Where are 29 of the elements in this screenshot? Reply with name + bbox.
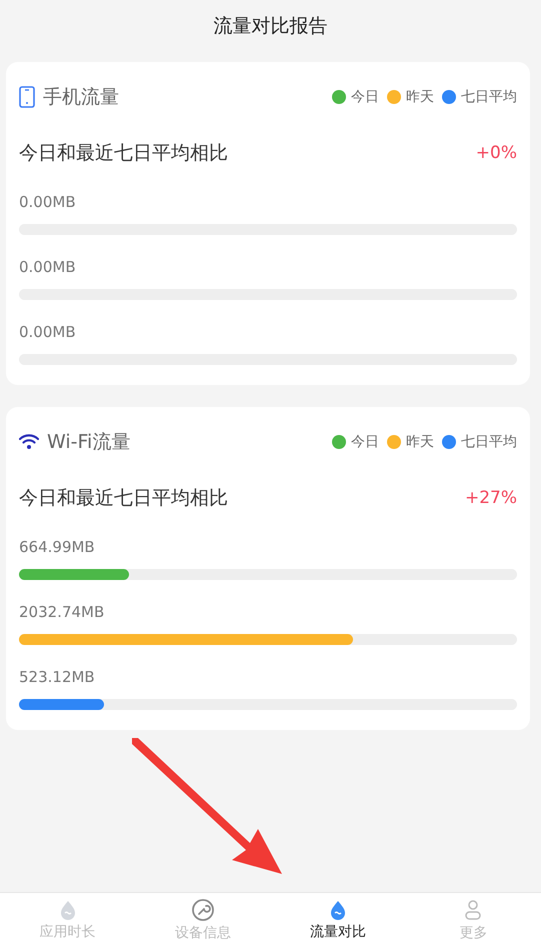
droplet-icon (58, 900, 77, 920)
droplet-icon (329, 900, 348, 920)
comparison-value: +27% (464, 488, 517, 508)
traffic-reading: 523.12MB (19, 667, 96, 688)
card-title: 手机流量 (43, 85, 119, 110)
traffic-reading: 664.99MB (19, 537, 96, 558)
comparison-label: 今日和最近七日平均相比 (19, 486, 228, 511)
wifi-icon (19, 434, 39, 450)
legend-label: 昨天 (406, 433, 434, 451)
traffic-reading: 0.00MB (19, 322, 77, 343)
nav-tab[interactable]: 设备信息 (135, 893, 270, 948)
traffic-reading: 2032.74MB (19, 602, 106, 623)
traffic-reading: 0.00MB (19, 192, 77, 213)
person-icon (464, 899, 482, 921)
legend-label: 七日平均 (461, 433, 517, 451)
comparison-value: +0% (476, 143, 517, 163)
legend-label: 昨天 (406, 88, 434, 106)
nav-tab[interactable]: 流量对比 (270, 893, 406, 948)
wrench-icon (192, 899, 214, 921)
nav-tab[interactable]: 更多 (406, 893, 541, 948)
legend-label: 今日 (351, 433, 379, 451)
legend-label: 七日平均 (461, 88, 517, 106)
nav-tab[interactable]: 应用时长 (0, 893, 136, 948)
traffic-reading: 0.00MB (19, 257, 77, 278)
phone-icon (19, 86, 35, 108)
comparison-label: 今日和最近七日平均相比 (19, 141, 228, 166)
legend-label: 今日 (351, 88, 379, 106)
page-title: 流量对比报告 (214, 14, 328, 39)
card-title: Wi-Fi流量 (47, 430, 130, 455)
